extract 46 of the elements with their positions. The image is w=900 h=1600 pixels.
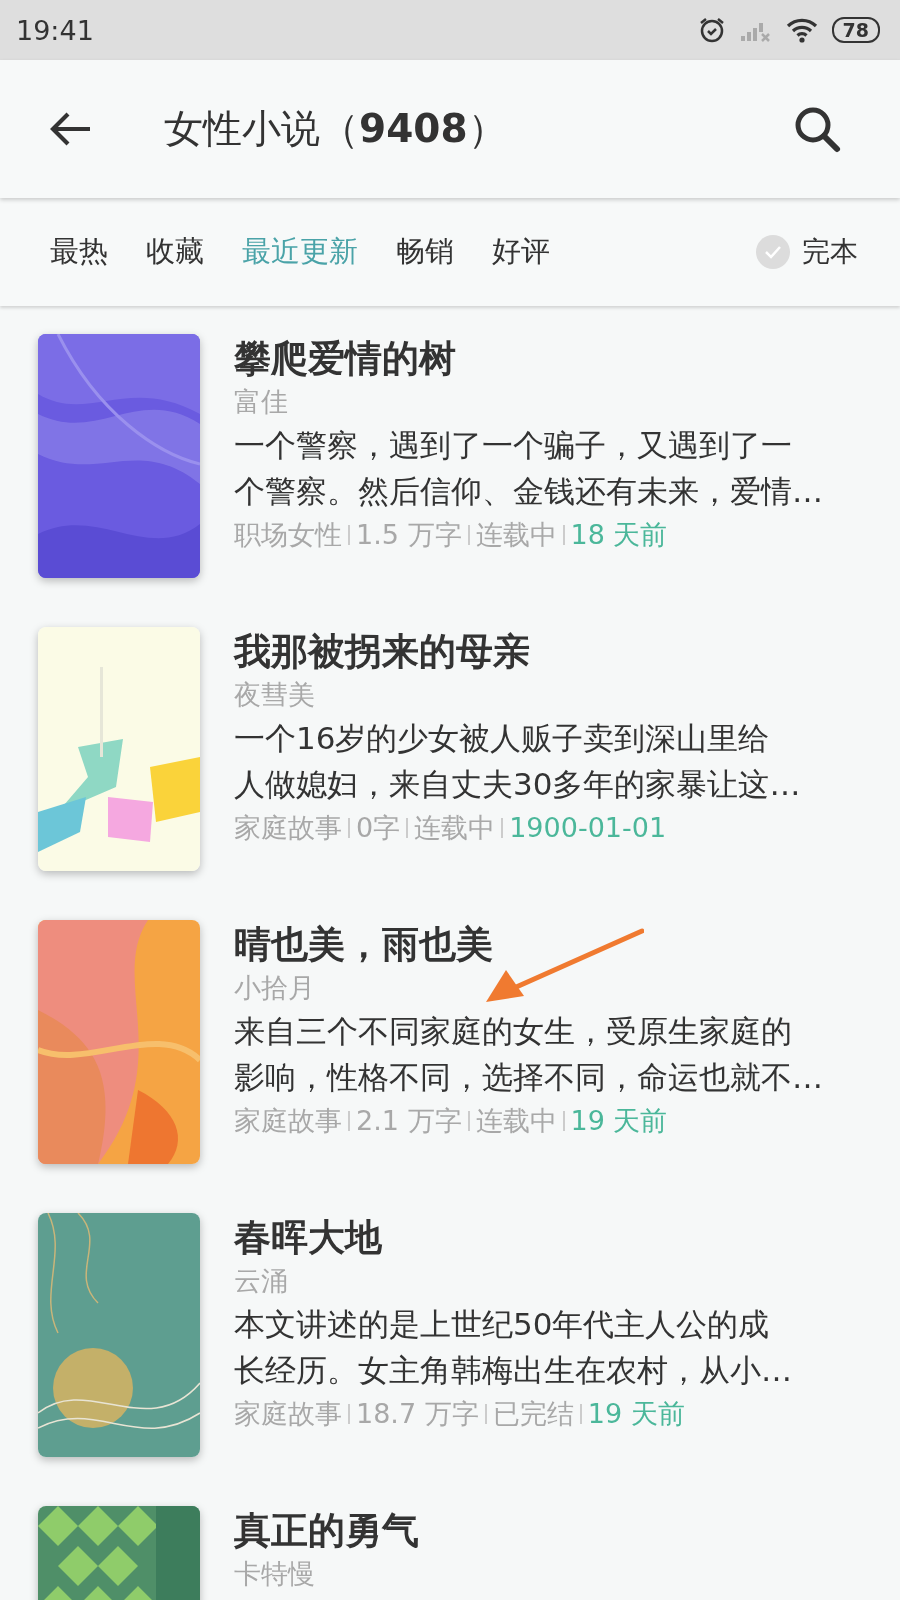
filter-tab[interactable]: 收藏 xyxy=(146,232,204,272)
book-description: 来自三个不同家庭的女生，受原生家庭的 xyxy=(234,1012,792,1051)
book-description: 影响，性格不同，选择不同，命运也就不… xyxy=(234,1058,823,1097)
update-time: 19 天前 xyxy=(570,1104,668,1138)
book-title: 真正的勇气 xyxy=(234,1508,419,1554)
book-author: 富佳 xyxy=(234,385,288,419)
filter-tab[interactable]: 畅销 xyxy=(396,232,454,272)
book-meta: 连载中 xyxy=(414,811,496,845)
book-title: 攀爬爱情的树 xyxy=(234,336,456,382)
book-author: 卡特慢 xyxy=(234,1557,315,1591)
book-description: 本文讲述的是上世纪50年代主人公的成 xyxy=(234,1305,770,1344)
filter-tab[interactable]: 好评 xyxy=(492,232,550,272)
back-button[interactable] xyxy=(48,111,92,147)
book-meta: 家庭故事 xyxy=(234,811,342,845)
book-meta: 2.1 万字 xyxy=(356,1104,462,1138)
book-title: 春晖大地 xyxy=(234,1215,382,1261)
book-title: 晴也美，雨也美 xyxy=(234,922,493,968)
finished-filter[interactable]: 完本 xyxy=(756,233,858,271)
filter-tab[interactable]: 最热 xyxy=(50,232,108,272)
book-meta: 家庭故事 xyxy=(234,1104,342,1138)
book-meta: 18.7 万字 xyxy=(356,1397,479,1431)
update-time: 19 天前 xyxy=(587,1397,685,1431)
book-author: 夜彗美 xyxy=(234,678,315,712)
book-description: 长经历。女主角韩梅出生在农村，从小… xyxy=(234,1351,792,1390)
book-author: 小拾月 xyxy=(234,971,315,1005)
page-title: 女性小说（9408） xyxy=(164,105,507,153)
back-arrow-icon xyxy=(48,111,92,147)
status-time: 19:41 xyxy=(16,14,94,46)
battery-icon: 78 xyxy=(831,17,880,43)
book-meta: 已完结 xyxy=(492,1397,574,1431)
book-meta: 0字 xyxy=(356,811,401,845)
book-description: 一个警察，遇到了一个骗子，又遇到了一 xyxy=(234,426,792,465)
book-description: 人做媳妇，来自丈夫30多年的家暴让这… xyxy=(234,765,801,804)
update-time: 18 天前 xyxy=(570,518,668,552)
book-meta: 家庭故事 xyxy=(234,1397,342,1431)
book-meta: 连载中 xyxy=(475,518,557,552)
book-meta: 1.5 万字 xyxy=(356,518,462,552)
book-title: 我那被拐来的母亲 xyxy=(234,629,530,675)
wifi-icon xyxy=(785,17,818,43)
check-icon xyxy=(763,244,783,260)
book-description: 个警察。然后信仰、金钱还有未来，爱情… xyxy=(234,472,823,511)
update-time: 1900-01-01 xyxy=(509,811,667,845)
book-author: 云涌 xyxy=(234,1264,288,1298)
book-meta: 连载中 xyxy=(475,1104,557,1138)
book-description: 一个16岁的少女被人贩子卖到深山里给 xyxy=(234,719,770,758)
book-meta: 职场女性 xyxy=(234,518,342,552)
